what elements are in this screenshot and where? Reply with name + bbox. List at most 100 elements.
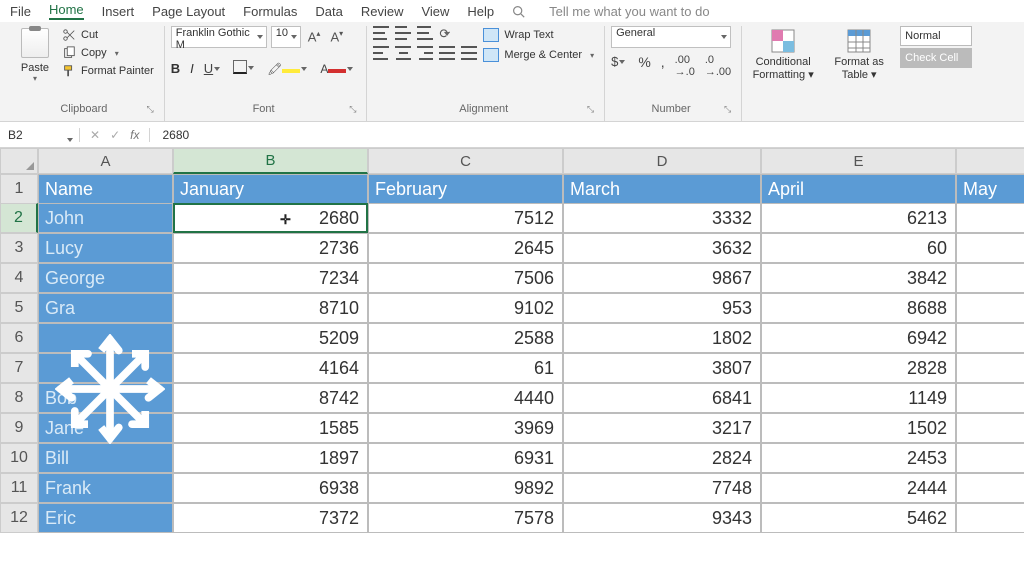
menu-home[interactable]: Home xyxy=(49,2,84,20)
cell-c6[interactable]: 2588 xyxy=(368,323,563,353)
cell-a8[interactable]: Bob xyxy=(38,383,173,413)
cell-d1[interactable]: March xyxy=(563,174,761,204)
cell-f6[interactable] xyxy=(956,323,1024,353)
cell-c4[interactable]: 7506 xyxy=(368,263,563,293)
align-right-icon[interactable] xyxy=(417,46,433,60)
cell-b2[interactable]: 2680✛ xyxy=(173,203,368,233)
row-header-7[interactable]: 7 xyxy=(0,353,38,383)
accounting-format-button[interactable]: $ xyxy=(611,54,628,78)
paste-button[interactable]: Paste ▾ xyxy=(14,26,56,83)
col-header-f[interactable] xyxy=(956,148,1024,174)
format-painter-button[interactable]: Format Painter xyxy=(62,64,154,78)
cell-a4[interactable]: George xyxy=(38,263,173,293)
cell-a11[interactable]: Frank xyxy=(38,473,173,503)
chevron-down-icon[interactable]: ▾ xyxy=(590,51,594,60)
fill-color-button[interactable]: 🖍 xyxy=(267,61,310,76)
cell-e10[interactable]: 2453 xyxy=(761,443,956,473)
font-color-button[interactable]: A xyxy=(320,61,356,76)
menu-page-layout[interactable]: Page Layout xyxy=(152,4,225,19)
cell-c9[interactable]: 3969 xyxy=(368,413,563,443)
align-left-icon[interactable] xyxy=(373,46,389,60)
cell-c5[interactable]: 9102 xyxy=(368,293,563,323)
menu-review[interactable]: Review xyxy=(361,4,404,19)
increase-indent-icon[interactable] xyxy=(461,46,477,60)
align-middle-icon[interactable] xyxy=(395,26,411,40)
cell-c3[interactable]: 2645 xyxy=(368,233,563,263)
row-header-8[interactable]: 8 xyxy=(0,383,38,413)
menu-help[interactable]: Help xyxy=(467,4,494,19)
cell-b10[interactable]: 1897 xyxy=(173,443,368,473)
cell-d2[interactable]: 3332 xyxy=(563,203,761,233)
italic-button[interactable]: I xyxy=(190,61,194,76)
dialog-launcher-icon[interactable]: ⤡ xyxy=(147,104,154,115)
cell-c10[interactable]: 6931 xyxy=(368,443,563,473)
cell-c12[interactable]: 7578 xyxy=(368,503,563,533)
number-format-select[interactable]: General xyxy=(611,26,731,48)
dialog-launcher-icon[interactable]: ⤡ xyxy=(349,104,356,115)
row-header-12[interactable]: 12 xyxy=(0,503,38,533)
wrap-text-button[interactable]: Wrap Text xyxy=(483,28,594,42)
menu-insert[interactable]: Insert xyxy=(102,4,135,19)
cell-d7[interactable]: 3807 xyxy=(563,353,761,383)
dialog-launcher-icon[interactable]: ⤡ xyxy=(724,104,731,115)
cell-e2[interactable]: 6213 xyxy=(761,203,956,233)
cell-f4[interactable] xyxy=(956,263,1024,293)
cancel-icon[interactable]: ✕ xyxy=(90,128,100,142)
select-all-corner[interactable] xyxy=(0,148,38,174)
copy-button[interactable]: Copy▾ xyxy=(62,46,154,60)
cell-f8[interactable] xyxy=(956,383,1024,413)
decrease-indent-icon[interactable] xyxy=(439,46,455,60)
cut-button[interactable]: Cut xyxy=(62,28,154,42)
cell-d8[interactable]: 6841 xyxy=(563,383,761,413)
conditional-formatting-button[interactable]: Conditional Formatting ▾ xyxy=(748,26,818,81)
chevron-down-icon[interactable]: ▾ xyxy=(115,49,119,58)
row-header-2[interactable]: 2 xyxy=(0,203,38,233)
cell-style-check-cell[interactable]: Check Cell xyxy=(900,48,972,68)
menu-file[interactable]: File xyxy=(10,4,31,19)
row-header-10[interactable]: 10 xyxy=(0,443,38,473)
font-size-select[interactable]: 10 xyxy=(271,26,301,48)
col-header-a[interactable]: A xyxy=(38,148,173,174)
cell-f7[interactable] xyxy=(956,353,1024,383)
cell-a5[interactable]: Gra xyxy=(38,293,173,323)
cell-f5[interactable] xyxy=(956,293,1024,323)
merge-center-button[interactable]: Merge & Center▾ xyxy=(483,48,594,62)
cell-f10[interactable] xyxy=(956,443,1024,473)
cell-c11[interactable]: 9892 xyxy=(368,473,563,503)
fx-icon[interactable]: fx xyxy=(130,128,139,142)
cell-a6[interactable] xyxy=(38,323,173,353)
cell-b5[interactable]: 8710 xyxy=(173,293,368,323)
decrease-decimal-button[interactable]: .0→.00 xyxy=(705,54,731,78)
formula-input[interactable]: 2680 xyxy=(150,128,189,142)
cell-a10[interactable]: Bill xyxy=(38,443,173,473)
cell-a1[interactable]: Name xyxy=(38,174,173,204)
enter-icon[interactable]: ✓ xyxy=(110,128,120,142)
menu-view[interactable]: View xyxy=(421,4,449,19)
cell-e1[interactable]: April xyxy=(761,174,956,204)
cell-f3[interactable] xyxy=(956,233,1024,263)
cell-e5[interactable]: 8688 xyxy=(761,293,956,323)
cell-d11[interactable]: 7748 xyxy=(563,473,761,503)
increase-font-icon[interactable]: A▴ xyxy=(305,29,324,44)
font-name-select[interactable]: Franklin Gothic M xyxy=(171,26,267,48)
row-header-6[interactable]: 6 xyxy=(0,323,38,353)
row-header-5[interactable]: 5 xyxy=(0,293,38,323)
row-header-1[interactable]: 1 xyxy=(0,174,38,204)
cell-f9[interactable] xyxy=(956,413,1024,443)
cell-e7[interactable]: 2828 xyxy=(761,353,956,383)
format-as-table-button[interactable]: Format as Table ▾ xyxy=(824,26,894,81)
cell-f12[interactable] xyxy=(956,503,1024,533)
bold-button[interactable]: B xyxy=(171,61,180,76)
cell-a12[interactable]: Eric xyxy=(38,503,173,533)
orientation-button[interactable]: ⟳ xyxy=(439,26,453,40)
tell-me-input[interactable]: Tell me what you want to do xyxy=(549,4,709,19)
cell-a3[interactable]: Lucy xyxy=(38,233,173,263)
cell-e8[interactable]: 1149 xyxy=(761,383,956,413)
cell-b8[interactable]: 8742 xyxy=(173,383,368,413)
decrease-font-icon[interactable]: A▾ xyxy=(327,29,346,44)
cell-c1[interactable]: February xyxy=(368,174,563,204)
border-button[interactable] xyxy=(233,60,257,77)
cell-b4[interactable]: 7234 xyxy=(173,263,368,293)
row-header-3[interactable]: 3 xyxy=(0,233,38,263)
row-header-4[interactable]: 4 xyxy=(0,263,38,293)
